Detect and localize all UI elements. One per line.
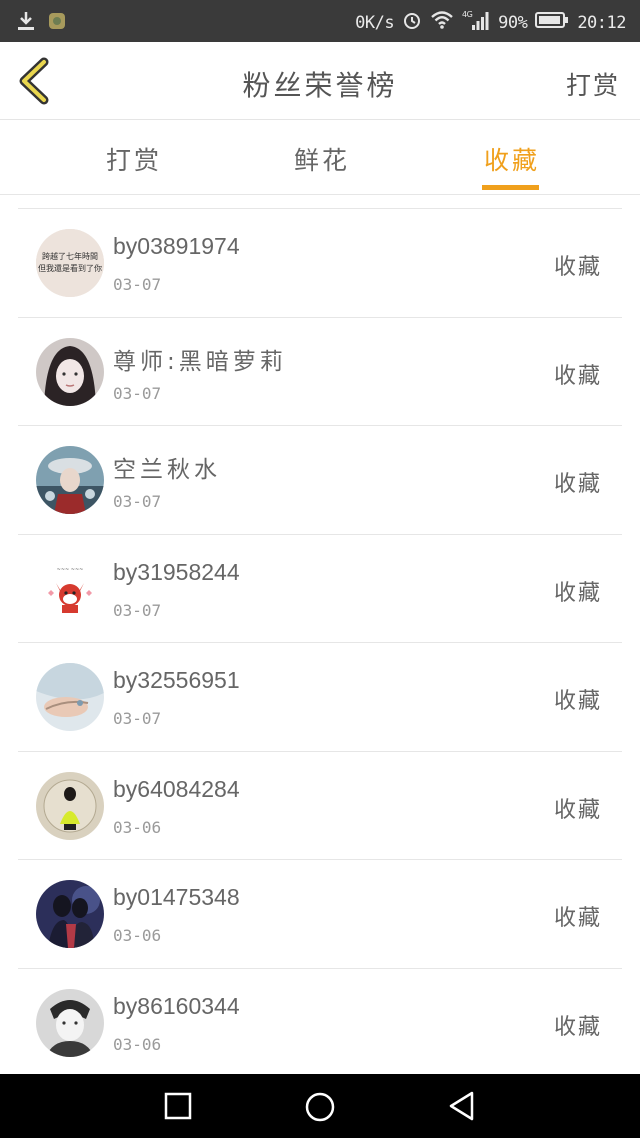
favorite-label: 收藏 [553,255,602,280]
network-type: 4G [462,10,473,19]
active-tab-indicator [482,185,539,190]
triangle-back-icon [449,1091,474,1121]
avatar [36,771,104,840]
svg-text:~~~ ~~~: ~~~ ~~~ [57,567,84,573]
fan-date: 03-06 [113,817,162,837]
avatar [36,988,104,1057]
tab-favorites[interactable]: 收藏 [484,141,540,177]
circle-icon [305,1092,335,1122]
fan-date: 03-06 [113,926,162,945]
fan-name: by86160344 [113,992,240,1019]
net-speed: 0K/s [355,12,395,33]
favorite-label: 收藏 [553,689,602,714]
app-notification-icon [48,12,66,35]
avatar [36,446,104,514]
fan-name: by31958244 [113,558,240,585]
favorite-label: 收藏 [553,906,602,931]
list-item[interactable]: 跨越了七年時間 但我還是看到了你 by03891974 03-07 收藏 [18,209,622,318]
signal-icon: 4G [462,9,490,36]
avatar [36,337,104,406]
tab-flowers[interactable]: 鲜花 [294,141,350,177]
avatar: 跨越了七年時間 但我還是看到了你 [36,229,104,297]
avatar-caption: 但我還是看到了你 [38,263,102,273]
fan-name: by01475348 [113,884,240,910]
fan-date: 03-07 [113,275,162,294]
back-nav-button[interactable] [446,1090,478,1122]
reward-button[interactable]: 打赏 [566,66,620,102]
favorite-label: 收藏 [553,797,602,823]
fan-list: 跨越了七年時間 但我還是看到了你 by03891974 03-07 收藏 尊师:… [18,208,622,1077]
fan-name: by03891974 [113,233,240,259]
avatar [36,880,104,948]
favorite-label: 收藏 [553,580,602,606]
list-item[interactable]: by32556951 03-07 收藏 [18,643,622,752]
fan-date: 03-07 [113,492,162,511]
fan-name: 空兰秋水 [113,457,221,483]
battery-percent: 90% [498,12,528,33]
fan-name: by64084284 [113,775,240,802]
avatar [36,663,104,731]
fan-name: by32556951 [113,667,240,693]
battery-icon [535,11,569,34]
list-item[interactable]: 空兰秋水 03-07 收藏 [18,426,622,535]
tab-reward[interactable]: 打赏 [106,141,162,177]
list-item[interactable]: by01475348 03-06 收藏 [18,860,622,969]
avatar: ~~~ ~~~ [36,554,104,623]
fan-date: 03-07 [113,709,162,728]
list-item[interactable]: by86160344 03-06 收藏 [18,969,622,1077]
tab-bar: 打赏 鲜花 收藏 [0,121,640,195]
home-button[interactable] [303,1090,335,1122]
fan-date: 03-07 [113,600,162,620]
system-nav-bar [0,1074,640,1138]
clock: 20:12 [577,12,626,33]
square-icon [164,1092,192,1120]
fan-date: 03-06 [113,1034,162,1054]
avatar-caption: 跨越了七年時間 [42,251,98,261]
app-header: 粉丝荣誉榜 打赏 [0,42,640,120]
alarm-icon [402,10,422,35]
status-bar: 0K/s 4G 90% 20:12 [0,0,640,42]
list-item[interactable]: ~~~ ~~~ by31958244 03-07 收藏 [18,535,622,643]
fan-date: 03-07 [113,383,162,403]
page-title: 粉丝荣誉榜 [242,69,398,102]
favorite-label: 收藏 [553,363,602,389]
wifi-icon [430,10,454,35]
favorite-label: 收藏 [553,472,602,497]
list-item[interactable]: 尊师:黑暗萝莉 03-07 收藏 [18,318,622,426]
list-item[interactable]: by64084284 03-06 收藏 [18,752,622,860]
recent-apps-button[interactable] [162,1090,194,1122]
favorite-label: 收藏 [553,1014,602,1040]
download-icon [16,10,36,37]
fan-name: 尊师:黑暗萝莉 [113,348,287,375]
